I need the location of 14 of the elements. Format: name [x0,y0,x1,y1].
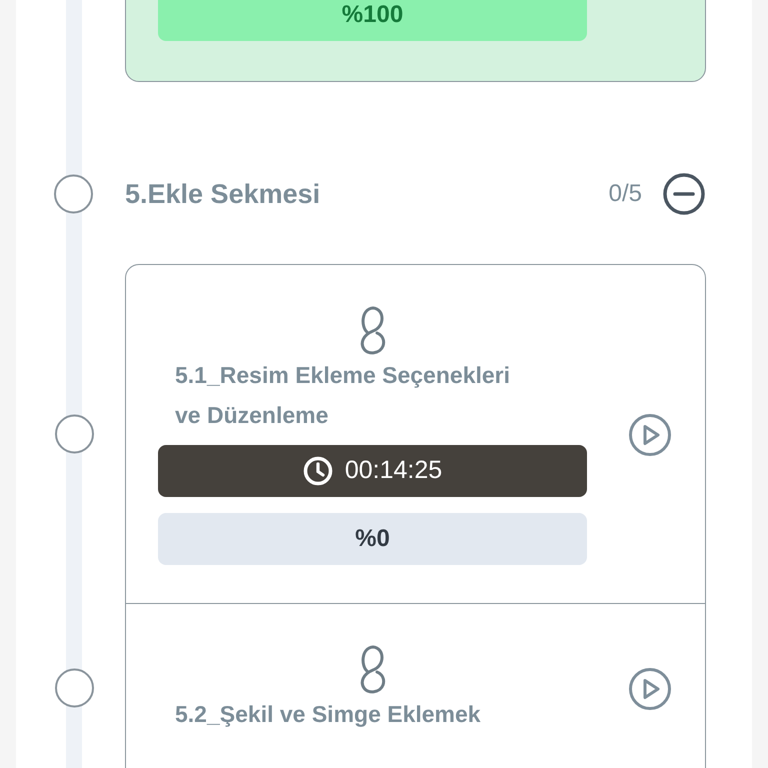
section-count: 0/5 [608,179,642,209]
progress-bar: %100 [158,0,587,41]
lesson-title[interactable]: 5.2_Şekil ve Simge Eklemek [158,694,558,734]
timeline-dot [54,174,93,214]
clock-icon [302,456,333,486]
play-button[interactable] [628,667,672,711]
progress-bar: %0 [158,513,587,565]
loop-icon [358,305,388,355]
loop-icon [358,644,388,694]
play-button[interactable] [628,413,672,457]
section-title[interactable]: 5.Ekle Sekmesi [125,174,320,214]
lesson-title[interactable]: 5.1_Resim Ekleme Seçenekleri ve Düzenleme [158,355,558,435]
collapse-icon[interactable] [662,172,706,216]
duration-bar: 00:14:25 [158,445,587,497]
